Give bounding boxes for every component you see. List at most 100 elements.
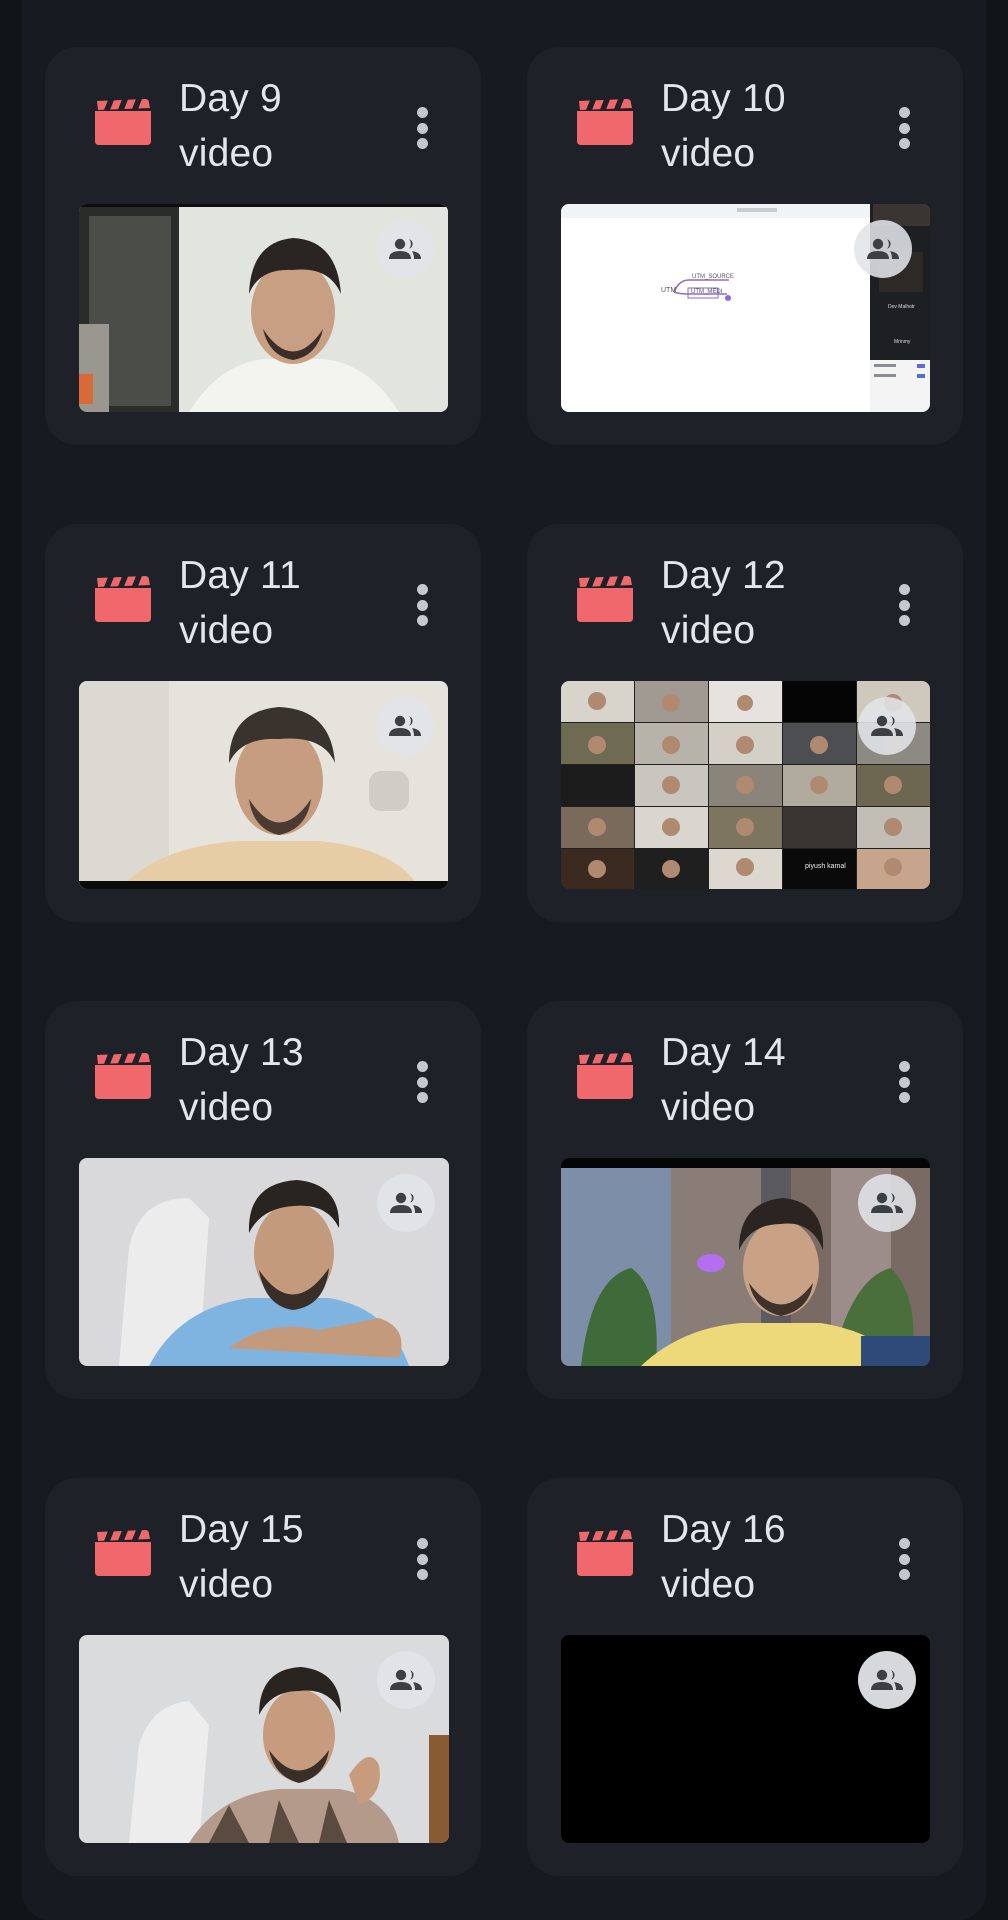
video-card-day-11[interactable]: Day 11 video [45, 524, 481, 922]
video-title-line-2: video [661, 132, 756, 175]
dot [416, 107, 428, 118]
dot [898, 615, 910, 626]
card-header: Day 10 video [527, 47, 963, 204]
shared-badge [377, 1174, 435, 1232]
video-clapperboard-icon [95, 576, 151, 622]
video-title: Day 11 video [179, 548, 389, 658]
video-title-line-2: video [179, 609, 274, 652]
video-grid: Day 9 video Day 10 video UTM UTM_SOURCE … [45, 47, 963, 1876]
video-title-line-1: Day 12 [661, 554, 786, 597]
video-title: Day 15 video [179, 1502, 389, 1612]
video-card-day-12[interactable]: Day 12 video piyush kamal [527, 524, 963, 922]
people-icon [389, 715, 421, 736]
dot [898, 107, 910, 118]
video-thumbnail[interactable]: piyush kamal [561, 681, 930, 889]
people-icon [389, 238, 421, 259]
dot [416, 1569, 428, 1580]
video-clapperboard-icon [577, 576, 633, 622]
dot [898, 1569, 910, 1580]
video-title-line-2: video [179, 132, 274, 175]
dot [898, 599, 910, 611]
people-icon [390, 1192, 422, 1213]
video-clapperboard-icon [95, 1053, 151, 1099]
video-title-line-2: video [661, 609, 756, 652]
more-options-button[interactable] [891, 102, 917, 154]
video-title-line-1: Day 13 [179, 1031, 304, 1074]
video-title-line-1: Day 9 [179, 77, 282, 120]
shared-badge [376, 220, 434, 278]
shared-badge [858, 1174, 916, 1232]
video-card-day-9[interactable]: Day 9 video [45, 47, 481, 445]
more-options-button[interactable] [891, 1056, 917, 1108]
shared-badge [854, 220, 912, 278]
dot [898, 1076, 910, 1088]
more-options-button[interactable] [891, 1533, 917, 1585]
video-title: Day 12 video [661, 548, 871, 658]
video-title-line-1: Day 14 [661, 1031, 786, 1074]
dot [416, 1092, 428, 1103]
more-options-button[interactable] [409, 1533, 435, 1585]
side-participant-name: Dev Malhotr [888, 304, 915, 310]
card-header: Day 14 video [527, 1001, 963, 1158]
more-options-button[interactable] [409, 102, 435, 154]
shared-badge [858, 697, 916, 755]
card-header: Day 9 video [45, 47, 481, 204]
people-icon [390, 1669, 422, 1690]
dot [898, 584, 910, 595]
card-header: Day 16 video [527, 1478, 963, 1635]
video-title-line-1: Day 10 [661, 77, 786, 120]
video-thumbnail[interactable] [79, 204, 448, 412]
video-card-day-16[interactable]: Day 16 video [527, 1478, 963, 1876]
dot [898, 1092, 910, 1103]
participant-name-label: piyush kamal [805, 863, 846, 870]
video-title-line-1: Day 11 [179, 554, 301, 597]
more-options-button[interactable] [409, 1056, 435, 1108]
shared-badge [376, 697, 434, 755]
people-icon [867, 238, 899, 259]
more-options-button[interactable] [891, 579, 917, 631]
video-title: Day 14 video [661, 1025, 871, 1135]
video-title-line-1: Day 15 [179, 1508, 304, 1551]
video-title: Day 10 video [661, 71, 871, 181]
dot [416, 1061, 428, 1072]
dot [416, 1076, 428, 1088]
people-icon [871, 715, 903, 736]
dot [416, 1538, 428, 1549]
dot [898, 1553, 910, 1565]
video-title-line-2: video [179, 1086, 274, 1129]
video-card-day-14[interactable]: Day 14 video [527, 1001, 963, 1399]
people-icon [871, 1192, 903, 1213]
video-title-line-2: video [661, 1563, 756, 1606]
dot [898, 122, 910, 134]
video-thumbnail[interactable]: UTM UTM_SOURCE UTM_MEDI Dev Malhotr Mrin… [561, 204, 930, 412]
card-header: Day 15 video [45, 1478, 481, 1635]
video-thumbnail[interactable] [79, 681, 448, 889]
video-title: Day 16 video [661, 1502, 871, 1612]
video-card-day-15[interactable]: Day 15 video [45, 1478, 481, 1876]
video-thumbnail[interactable] [79, 1635, 449, 1843]
video-title: Day 13 video [179, 1025, 389, 1135]
shared-badge [377, 1651, 435, 1709]
video-clapperboard-icon [95, 1530, 151, 1576]
video-thumbnail[interactable] [561, 1158, 930, 1366]
video-title: Day 9 video [179, 71, 389, 181]
dot [416, 122, 428, 134]
video-thumbnail[interactable] [79, 1158, 449, 1366]
video-thumbnail[interactable] [561, 1635, 930, 1843]
shared-badge [858, 1651, 916, 1709]
card-header: Day 13 video [45, 1001, 481, 1158]
dot [898, 138, 910, 149]
dot [416, 1553, 428, 1565]
dot [416, 138, 428, 149]
utm-medium-label: UTM_MEDI [691, 289, 723, 295]
video-title-line-2: video [179, 1563, 274, 1606]
more-options-button[interactable] [409, 579, 435, 631]
video-card-day-10[interactable]: Day 10 video UTM UTM_SOURCE UTM_MEDI Dev… [527, 47, 963, 445]
video-clapperboard-icon [577, 1530, 633, 1576]
card-header: Day 11 video [45, 524, 481, 681]
video-card-day-13[interactable]: Day 13 video [45, 1001, 481, 1399]
people-icon [871, 1669, 903, 1690]
utm-label: UTM [661, 287, 677, 294]
video-clapperboard-icon [577, 1053, 633, 1099]
video-clapperboard-icon [95, 99, 151, 145]
